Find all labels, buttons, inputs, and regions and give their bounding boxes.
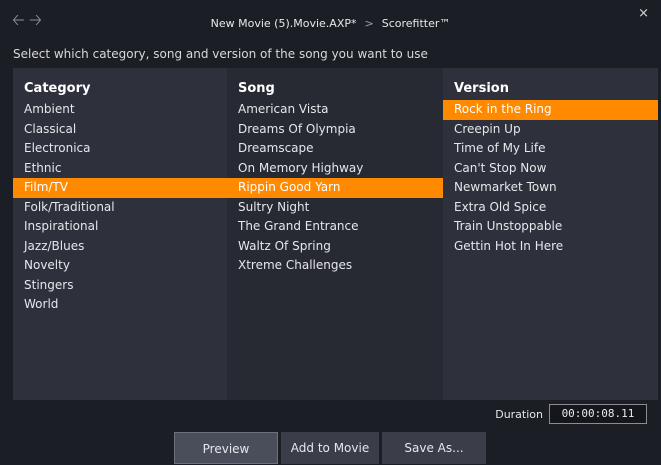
version-list-item[interactable]: Can't Stop Now [443,159,658,179]
breadcrumb: New Movie (5).Movie.AXP* > Scorefitter™ [0,17,661,30]
song-list-item[interactable]: Xtreme Challenges [227,256,443,276]
version-list: Rock in the Ring Creepin Up Time of My Lif… [443,100,658,256]
save-as-button[interactable]: Save As... [382,432,486,464]
add-to-movie-button[interactable]: Add to Movie [281,432,379,464]
song-list-item[interactable]: Dreamscape [227,139,443,159]
category-list: Ambient Classical Electronica Ethnic Film/TV… [13,100,227,315]
preview-button[interactable]: Preview [174,432,278,464]
version-list-item[interactable]: Extra Old Spice [443,198,658,218]
category-list-item[interactable]: Stingers [13,276,227,296]
version-list-item[interactable]: Time of My Life [443,139,658,159]
category-list-item[interactable]: World [13,295,227,315]
category-header: Category [24,81,91,96]
song-column: Song American Vista Dreams Of Olympia Drea… [227,68,443,400]
duration-label: Duration [495,407,543,421]
category-list-item[interactable]: Novelty [13,256,227,276]
version-list-item[interactable]: Gettin Hot In Here [443,237,658,257]
category-list-item[interactable]: Classical [13,120,227,140]
song-header: Song [238,81,275,96]
category-list-item[interactable]: Ambient [13,100,227,120]
song-list-item[interactable]: Waltz Of Spring [227,237,443,257]
duration-display: Duration 00:00:08.11 [495,404,647,424]
breadcrumb-scorefitter: Scorefitter™ [381,17,451,30]
selection-columns: Category Ambient Classical Electronica Ethn… [13,68,658,400]
breadcrumb-separator: > [364,17,374,30]
version-column: Version Rock in the Ring Creepin Up Time o… [443,68,658,400]
action-buttons: Preview Add to Movie Save As... [174,432,486,464]
song-list-item[interactable]: Rippin Good Yarn [227,178,443,198]
duration-field[interactable]: 00:00:08.11 [549,404,647,424]
song-list-item[interactable]: American Vista [227,100,443,120]
category-list-item[interactable]: Film/TV [13,178,227,198]
category-list-item[interactable]: Ethnic [13,159,227,179]
song-list-item[interactable]: On Memory Highway [227,159,443,179]
category-list-item[interactable]: Electronica [13,139,227,159]
version-list-item[interactable]: Creepin Up [443,120,658,140]
song-list-item[interactable]: Dreams Of Olympia [227,120,443,140]
category-column: Category Ambient Classical Electronica Ethn… [13,68,227,400]
version-list-item[interactable]: Rock in the Ring [443,100,658,120]
song-list-item[interactable]: The Grand Entrance [227,217,443,237]
version-list-item[interactable]: Newmarket Town [443,178,658,198]
breadcrumb-project[interactable]: New Movie (5).Movie.AXP* [211,17,357,30]
category-list-item[interactable]: Jazz/Blues [13,237,227,257]
song-list: American Vista Dreams Of Olympia Dreamscap… [227,100,443,276]
category-list-item[interactable]: Inspirational [13,217,227,237]
version-list-item[interactable]: Train Unstoppable [443,217,658,237]
category-list-item[interactable]: Folk/Traditional [13,198,227,218]
close-icon[interactable]: × [638,6,649,21]
version-header: Version [454,81,509,96]
title-bar: 🡠 🡢 New Movie (5).Movie.AXP* > Scorefitter… [0,0,661,46]
song-list-item[interactable]: Sultry Night [227,198,443,218]
instruction-text: Select which category, song and version … [13,47,428,61]
